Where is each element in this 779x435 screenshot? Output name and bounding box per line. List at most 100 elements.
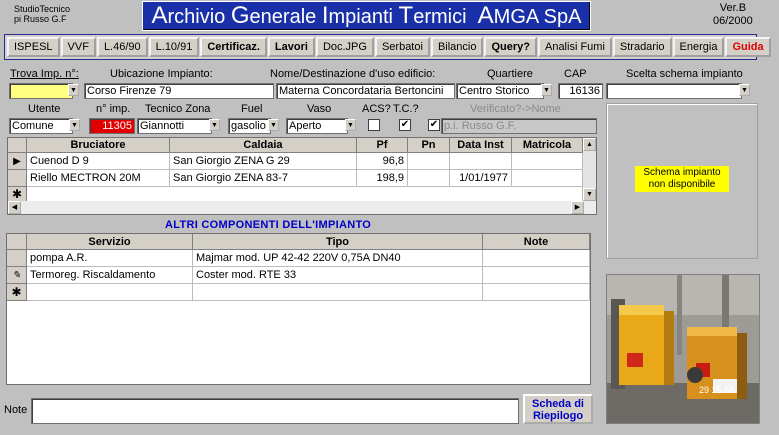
table-row-cell[interactable]: San Giorgio ZENA 83-7 [170,170,357,187]
table-row-cell[interactable]: Coster mod. RTE 33 [193,267,483,284]
note-label: Note [4,404,28,416]
scroll-right-icon[interactable]: ▶ [571,201,584,214]
title-capital: T [398,2,414,29]
title-capital: G [230,2,250,29]
scheda-riepilogo-button[interactable]: Scheda di Riepilogo [523,394,593,424]
quartiere-label: Quartiere [487,68,533,80]
table-row-cell[interactable]: San Giorgio ZENA G 29 [170,153,357,170]
acs-checkbox[interactable] [368,119,380,131]
table-row-cell[interactable] [450,153,512,170]
nome-field[interactable]: Materna Concordataria Bertoncini [276,83,455,99]
row-selector[interactable] [7,250,27,267]
table-row-cell[interactable] [408,153,450,170]
tecnico-select[interactable]: Giannotti [137,118,212,134]
table-row-cell[interactable]: Riello MECTRON 20M [27,170,170,187]
utente-select[interactable]: Comune [9,118,73,134]
energia-button[interactable]: Energia [672,37,725,57]
tc-label: T.C.? [393,103,419,115]
lavori-button[interactable]: Lavori [267,37,315,57]
scroll-up-icon[interactable]: ▲ [583,138,596,151]
table-row-cell[interactable]: Termoreg. Riscaldamento [27,267,193,284]
new-record-row[interactable] [483,284,590,301]
utente-dropdown-icon[interactable]: ▼ [69,119,80,131]
bruciatori-table: Bruciatore Caldaia Pf Pn Data Inst Matri… [7,137,597,215]
table-row-cell[interactable]: 198,9 [357,170,408,187]
trova-input[interactable] [9,83,73,99]
title-text: MGA SpA [493,6,582,28]
title-capital: I [321,2,329,29]
fuel-select[interactable]: gasolio [228,118,271,134]
current-row-icon[interactable]: ▶ [8,153,27,170]
certificaz-button[interactable]: Certificaz. [200,37,267,57]
schema-message-line2: non disponibile [648,179,716,190]
analisi-fumi-button[interactable]: Analisi Fumi [537,37,612,57]
note-field[interactable] [31,398,519,424]
table-row-cell[interactable] [483,250,590,267]
serbatoi-button[interactable]: Serbatoi [374,37,430,57]
table-row-cell[interactable] [512,153,583,170]
title-text: rchivio [167,6,231,28]
horizontal-scrollbar[interactable] [8,201,596,214]
scroll-down-icon[interactable]: ▼ [583,188,596,201]
table-row-cell[interactable] [483,267,590,284]
verificato-checkbox[interactable]: ✔ [428,119,440,131]
trova-dropdown-icon[interactable]: ▼ [68,84,79,96]
stradario-button[interactable]: Stradario [612,37,672,57]
new-record-row[interactable] [27,187,583,202]
guida-button[interactable]: Guida [725,37,771,57]
fuel-label: Fuel [241,103,263,115]
scroll-left-icon[interactable]: ◀ [8,201,21,214]
table-row-cell[interactable]: 1/01/1977 [450,170,512,187]
version-label: Ver.B [719,2,747,14]
col-note: Note [483,234,590,250]
ubicazione-label: Ubicazione Impianto: [110,68,213,80]
schema-dropdown-icon[interactable]: ▼ [739,84,750,96]
table-row-cell[interactable] [408,170,450,187]
ispesl-button[interactable]: ISPESL [7,37,60,57]
table-row-cell[interactable] [512,170,583,187]
table-row-cell[interactable]: Cuenod D 9 [27,153,170,170]
tc-checkbox[interactable]: ✔ [399,119,411,131]
schema-select[interactable] [606,83,742,99]
tecnico-dropdown-icon[interactable]: ▼ [209,119,220,131]
boiler-photo: 29 15 58 [606,274,760,424]
fuel-dropdown-icon[interactable]: ▼ [268,119,279,131]
quartiere-select[interactable]: Centro Storico [456,83,544,99]
vvf-button[interactable]: VVF [60,37,96,57]
cap-field[interactable]: 16136 [558,83,603,99]
col-servizio: Servizio [27,234,193,250]
bilancio-button[interactable]: Bilancio [430,37,484,57]
quartiere-dropdown-icon[interactable]: ▼ [541,84,552,96]
l4690-button[interactable]: L.46/90 [96,37,148,57]
studio-name: StudioTecnico pi Russo G.F [14,4,70,24]
scheda-line2: Riepilogo [532,410,584,422]
table-row-cell[interactable]: 96,8 [357,153,408,170]
new-record-row[interactable] [193,284,483,301]
componenti-title: ALTRI COMPONENTI DELL'IMPIANTO [165,219,372,231]
col-caldaia: Caldaia [170,138,357,153]
l1091-button[interactable]: L.10/91 [148,37,200,57]
title-capital: A [151,2,168,29]
vaso-dropdown-icon[interactable]: ▼ [345,119,356,131]
vaso-select[interactable]: Aperto [286,118,348,134]
nimp-field[interactable]: 11305 [89,118,135,134]
boiler-photo-image [607,275,759,423]
new-record-icon[interactable]: ✱ [7,284,27,301]
col-pn: Pn [408,138,450,153]
cap-label: CAP [564,68,587,80]
pencil-edit-icon[interactable]: ✎ [7,267,27,284]
acs-label: ACS? [362,103,391,115]
row-selector[interactable] [8,170,27,187]
ubicazione-field[interactable]: Corso Firenze 79 [84,83,274,99]
query-button[interactable]: Query? [484,37,537,57]
docjpg-button[interactable]: Doc.JPG [315,37,374,57]
table-row-cell[interactable]: pompa A.R. [27,250,193,267]
col-bruciatore: Bruciatore [27,138,170,153]
studio-line2: pi Russo G.F [14,14,67,24]
studio-line1: StudioTecnico [14,4,71,14]
nome-label: Nome/Destinazione d'uso edificio: [270,68,436,80]
verificato-name-field[interactable]: p.i. Russo G.F. [441,118,597,134]
new-record-row[interactable] [27,284,193,301]
new-record-icon[interactable]: ✱ [8,187,27,202]
table-row-cell[interactable]: Majmar mod. UP 42-42 220V 0,75A DN40 [193,250,483,267]
